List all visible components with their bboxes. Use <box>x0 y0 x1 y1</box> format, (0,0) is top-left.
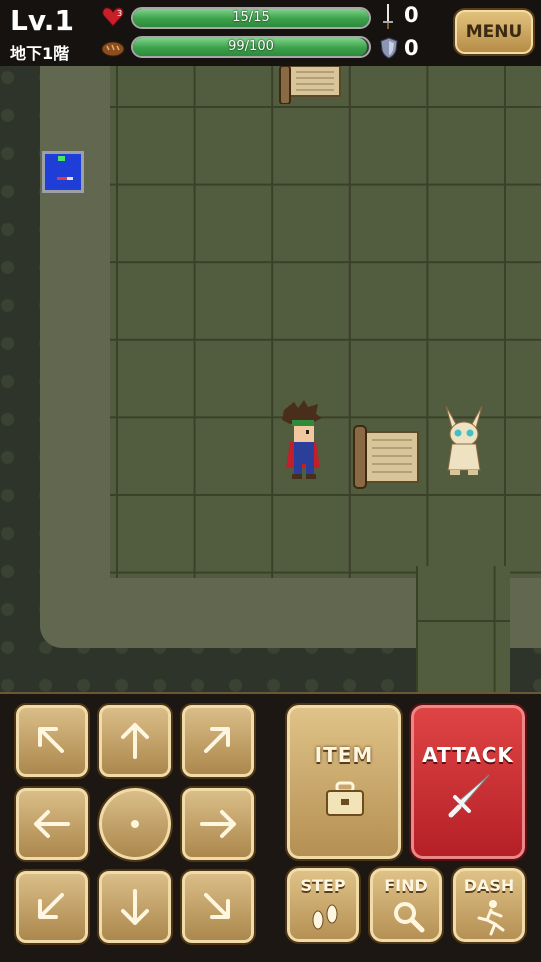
shield-icon <box>380 37 398 59</box>
attack-stat: 0 <box>404 3 419 27</box>
arrow-right-icon <box>200 810 236 838</box>
running-figure-icon <box>477 900 505 936</box>
dpad-down-left-button[interactable] <box>14 869 90 945</box>
dpad-down-right-button[interactable] <box>180 869 256 945</box>
dpad-down-button[interactable] <box>97 869 173 945</box>
item-button-label: ITEM <box>314 743 374 767</box>
minimap <box>42 151 84 193</box>
dash-button[interactable]: DASH <box>451 866 527 944</box>
dungeon-map <box>0 66 541 692</box>
item-button[interactable]: ITEM <box>285 703 403 861</box>
dpad-up-left-button[interactable] <box>14 703 90 779</box>
scroll-item-icon[interactable] <box>350 424 422 490</box>
attack-button[interactable]: ATTACK <box>409 703 527 861</box>
magnifier-icon <box>394 902 425 933</box>
heart-icon: 3 <box>102 7 124 27</box>
dpad-left-button[interactable] <box>14 786 90 862</box>
satiety-text: 99/100 <box>228 39 274 54</box>
bag-icon <box>326 781 364 816</box>
satiety-gauge: 99/100 <box>131 36 371 58</box>
rabbit-monster-sprite[interactable] <box>440 404 488 476</box>
corridor-right <box>510 566 541 648</box>
player-level: Lv.1 <box>10 4 74 37</box>
room-exit-floor <box>416 566 510 692</box>
heart-badge: 3 <box>117 9 122 18</box>
arrow-up-left-icon <box>38 727 64 753</box>
step-button[interactable]: STEP <box>285 866 361 944</box>
bread-icon <box>101 41 125 57</box>
scroll-item-icon[interactable] <box>276 66 346 104</box>
dpad-right-button[interactable] <box>180 786 256 862</box>
dash-button-label: DASH <box>463 876 515 895</box>
arrow-left-icon <box>34 810 70 838</box>
hp-text: 15/15 <box>232 10 270 25</box>
hp-gauge: 15/15 <box>131 7 371 29</box>
defense-stat: 0 <box>404 36 419 60</box>
arrow-down-icon <box>121 889 149 925</box>
attack-button-label: ATTACK <box>422 743 514 767</box>
dpad-wait-button[interactable] <box>97 786 173 862</box>
footprints-icon <box>312 904 338 930</box>
room-floor <box>110 66 541 578</box>
arrow-down-left-icon <box>38 893 64 919</box>
dot-icon <box>131 820 139 828</box>
sword-icon <box>383 4 393 29</box>
sword-attack-icon <box>448 774 490 818</box>
menu-button[interactable]: MENU <box>453 8 535 56</box>
arrow-up-icon <box>121 723 149 759</box>
find-button[interactable]: FIND <box>368 866 444 944</box>
arrow-down-right-icon <box>204 893 230 919</box>
dpad-up-right-button[interactable] <box>180 703 256 779</box>
step-button-label: STEP <box>300 876 346 895</box>
status-hud: Lv.1 地下1階 3 15/15 99/100 0 0 MENU <box>0 0 541 66</box>
dpad-up-button[interactable] <box>97 703 173 779</box>
dungeon-floor: 地下1階 <box>10 44 70 63</box>
find-button-label: FIND <box>384 876 428 895</box>
hero-sprite <box>282 400 322 479</box>
arrow-up-right-icon <box>204 727 230 753</box>
corridor-horizontal <box>40 566 420 648</box>
